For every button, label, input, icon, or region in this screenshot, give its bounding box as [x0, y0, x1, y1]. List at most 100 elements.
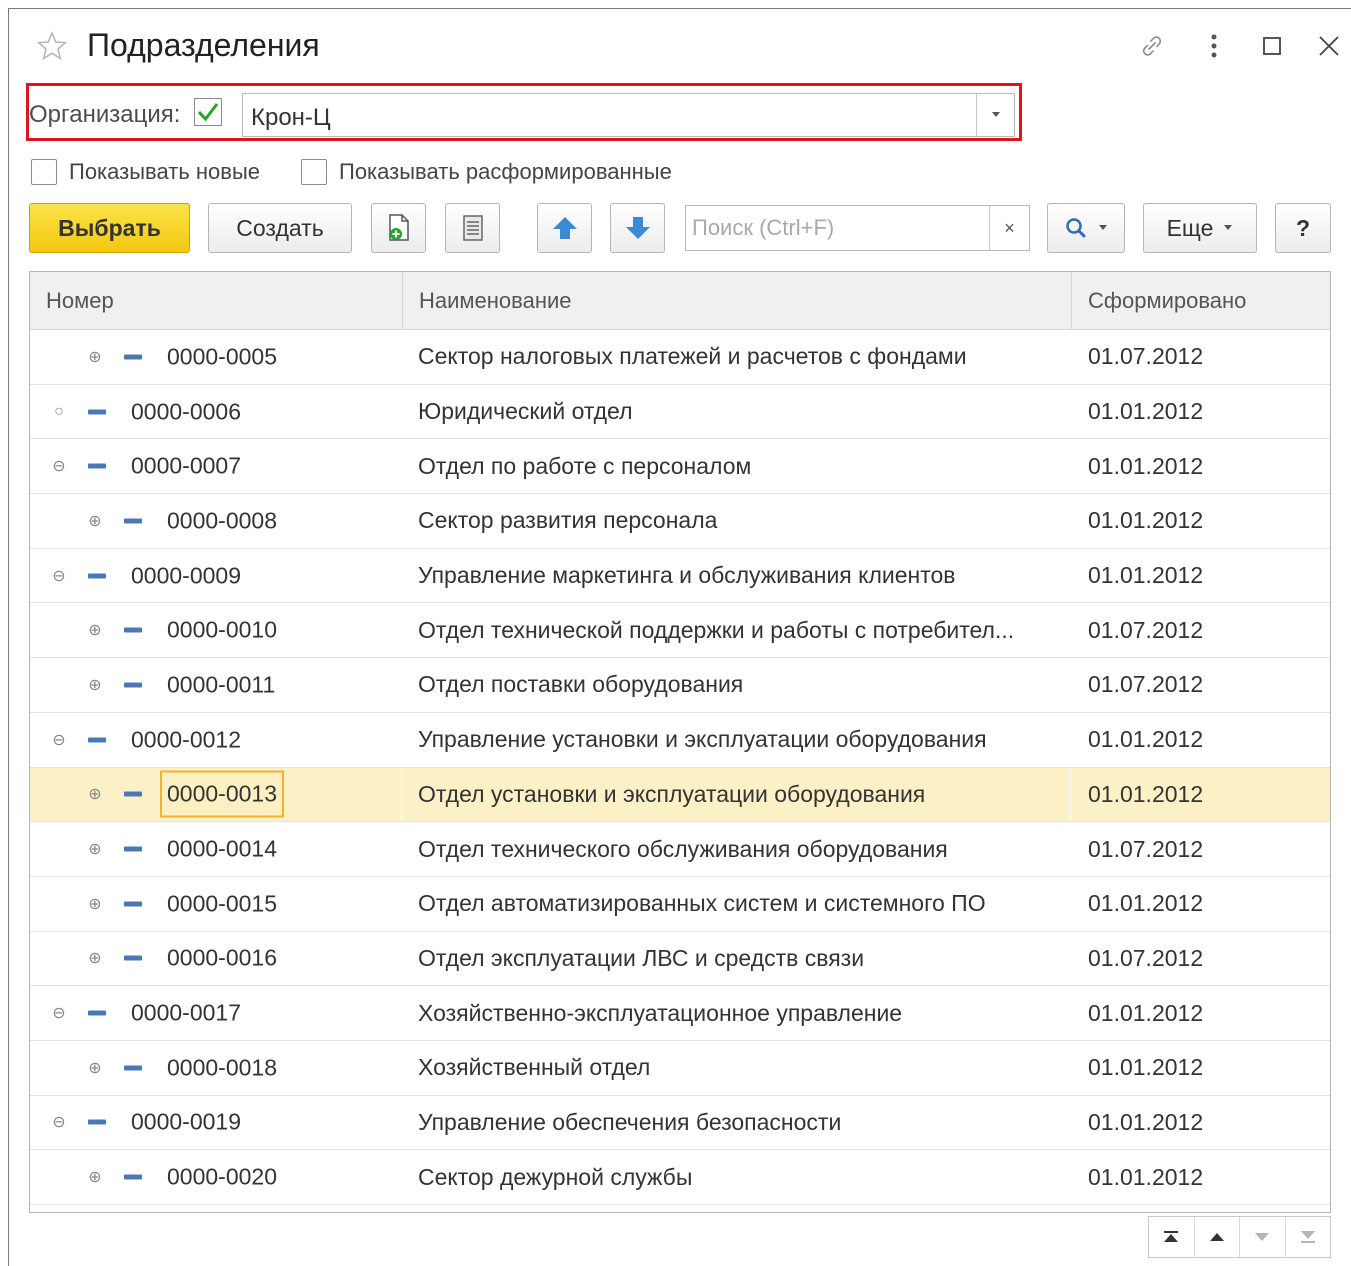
scroll-to-top-button[interactable]	[1149, 1217, 1194, 1257]
expand-icon[interactable]: ⊕	[88, 677, 102, 694]
departments-table: Номер Наименование Сформировано ⊕ 0000-00…	[29, 271, 1331, 1213]
table-row[interactable]: ⊖ 0000-0017 Хозяйственно-эксплуатационное …	[30, 986, 1330, 1041]
column-header-name[interactable]: Наименование	[402, 272, 1071, 330]
row-number: 0000-0017	[131, 999, 241, 1026]
column-separator	[30, 549, 31, 603]
table-row[interactable]: ⊕ 0000-0008 Сектор развития персонала 01.01…	[30, 494, 1330, 549]
collapse-icon[interactable]: ⊖	[52, 458, 66, 475]
scroll-up-button[interactable]	[1193, 1217, 1240, 1257]
row-number: 0000-0020	[167, 1163, 277, 1190]
arrow-up-icon	[552, 217, 577, 239]
row-name: Отдел технического обслуживания оборудов…	[418, 835, 948, 862]
dropdown-arrow-icon	[991, 112, 1000, 117]
organization-dropdown-button[interactable]	[976, 94, 1014, 136]
column-separator	[30, 603, 31, 657]
row-number: 0000-0018	[167, 1054, 277, 1081]
table-row[interactable]: ⊕ 0000-0015 Отдел автоматизированных систе…	[30, 877, 1330, 932]
create-button[interactable]: Создать	[208, 203, 352, 253]
department-icon	[124, 518, 142, 524]
list-mode-button[interactable]	[445, 203, 500, 253]
row-date: 01.01.2012	[1088, 999, 1204, 1026]
table-row[interactable]: ⊕ 0000-0018 Хозяйственный отдел 01.01.2012	[30, 1041, 1330, 1096]
more-button[interactable]: Еще	[1143, 203, 1257, 253]
search-input[interactable]	[686, 206, 986, 250]
create-copy-button[interactable]	[371, 203, 426, 253]
scroll-to-bottom-button[interactable]	[1284, 1217, 1331, 1257]
column-separator	[30, 932, 31, 986]
table-row[interactable]: ⊕ 0000-0011 Отдел поставки оборудования 01.…	[30, 658, 1330, 713]
table-row[interactable]: ⊕ 0000-0014 Отдел технического обслуживани…	[30, 822, 1330, 877]
column-header-number[interactable]: Номер	[30, 272, 402, 330]
department-icon	[124, 901, 142, 907]
row-date: 01.01.2012	[1088, 1108, 1204, 1135]
row-number: 0000-0012	[131, 726, 241, 753]
column-separator	[30, 1096, 31, 1150]
department-icon	[88, 463, 106, 469]
row-date: 01.01.2012	[1088, 890, 1204, 917]
table-row[interactable]: ⊖ 0000-0019 Управление обеспечения безопас…	[30, 1096, 1330, 1151]
organization-label: Организация:	[29, 101, 181, 128]
search-button[interactable]	[1047, 203, 1125, 253]
row-name: Отдел эксплуатации ЛВС и средств связи	[418, 944, 865, 971]
expand-icon[interactable]: ⊕	[88, 1060, 102, 1077]
table-row[interactable]: ⊕ 0000-0016 Отдел эксплуатации ЛВС и средс…	[30, 932, 1330, 987]
row-name: Управление обеспечения безопасности	[418, 1108, 842, 1135]
show-new-label: Показывать новые	[69, 159, 261, 184]
dropdown-arrow-icon	[1099, 225, 1107, 230]
show-new-checkbox[interactable]	[31, 159, 57, 185]
expand-icon[interactable]: ⊕	[88, 622, 102, 639]
search-field[interactable]: ×	[685, 205, 1030, 251]
maximize-icon[interactable]	[1257, 31, 1287, 61]
close-icon[interactable]	[1314, 31, 1344, 61]
expand-icon[interactable]: ⊕	[88, 950, 102, 967]
expand-icon[interactable]: ⊕	[88, 513, 102, 530]
row-number: 0000-0011	[167, 671, 276, 698]
move-up-button[interactable]	[537, 203, 592, 253]
column-separator	[30, 658, 31, 712]
column-separator	[30, 877, 31, 931]
row-date: 01.01.2012	[1088, 507, 1204, 534]
organization-field[interactable]: Крон-Ц	[242, 93, 1015, 137]
column-separator	[30, 713, 31, 767]
form-window: Подразделения Организация: Крон-Ц Показы…	[8, 8, 1351, 1266]
column-separator	[1070, 767, 1071, 822]
star-icon[interactable]	[36, 31, 68, 61]
row-date: 01.01.2012	[1088, 562, 1204, 589]
expand-icon[interactable]: ⊕	[88, 1169, 102, 1186]
expand-icon[interactable]: ⊕	[88, 786, 102, 803]
expand-icon[interactable]: ⊕	[88, 841, 102, 858]
link-icon[interactable]	[1137, 31, 1167, 61]
collapse-icon[interactable]: ⊖	[52, 568, 66, 585]
row-date: 01.01.2012	[1088, 726, 1204, 753]
table-row[interactable]: ⊖ 0000-0009 Управление маркетинга и обслуж…	[30, 549, 1330, 604]
column-separator	[30, 1041, 31, 1095]
table-row[interactable]: ⊕ 0000-0013 Отдел установки и эксплуатации…	[30, 767, 1330, 823]
scroll-down-button[interactable]	[1239, 1217, 1285, 1257]
organization-checkbox[interactable]	[194, 98, 222, 126]
column-header-date[interactable]: Сформировано	[1071, 272, 1330, 330]
collapse-icon[interactable]: ⊖	[52, 1114, 66, 1131]
select-button[interactable]: Выбрать	[29, 203, 190, 253]
help-button[interactable]: ?	[1275, 203, 1331, 253]
expand-icon[interactable]: ⊕	[88, 349, 102, 366]
show-disbanded-checkbox[interactable]	[301, 159, 327, 185]
row-date: 01.07.2012	[1088, 944, 1204, 971]
table-row[interactable]: ⊕ 0000-0005 Сектор налоговых платежей и ра…	[30, 330, 1330, 385]
table-row[interactable]: ○ 0000-0006 Юридический отдел 01.01.2012	[30, 385, 1330, 440]
expand-icon[interactable]: ⊕	[88, 896, 102, 913]
collapse-icon[interactable]: ⊖	[52, 732, 66, 749]
row-name: Сектор развития персонала	[418, 507, 718, 534]
collapse-icon[interactable]: ⊖	[52, 1005, 66, 1022]
move-down-button[interactable]	[610, 203, 665, 253]
table-row[interactable]: ⊖ 0000-0012 Управление установки и эксплуа…	[30, 713, 1330, 768]
row-name: Хозяйственно-эксплуатационное управление	[418, 999, 903, 1026]
column-separator	[30, 822, 31, 876]
add-copy-icon	[388, 214, 409, 241]
leaf-icon[interactable]: ○	[52, 403, 66, 420]
table-row[interactable]: ⊕ 0000-0010 Отдел технической поддержки и …	[30, 603, 1330, 659]
table-row[interactable]: ⊖ 0000-0007 Отдел по работе с персоналом 01…	[30, 439, 1330, 495]
table-row[interactable]: ⊕ 0000-0020 Сектор дежурной службы 01.01.20…	[30, 1150, 1330, 1205]
kebab-menu-icon[interactable]	[1199, 31, 1229, 61]
search-clear-button[interactable]: ×	[989, 206, 1029, 250]
search-icon	[1066, 218, 1086, 238]
